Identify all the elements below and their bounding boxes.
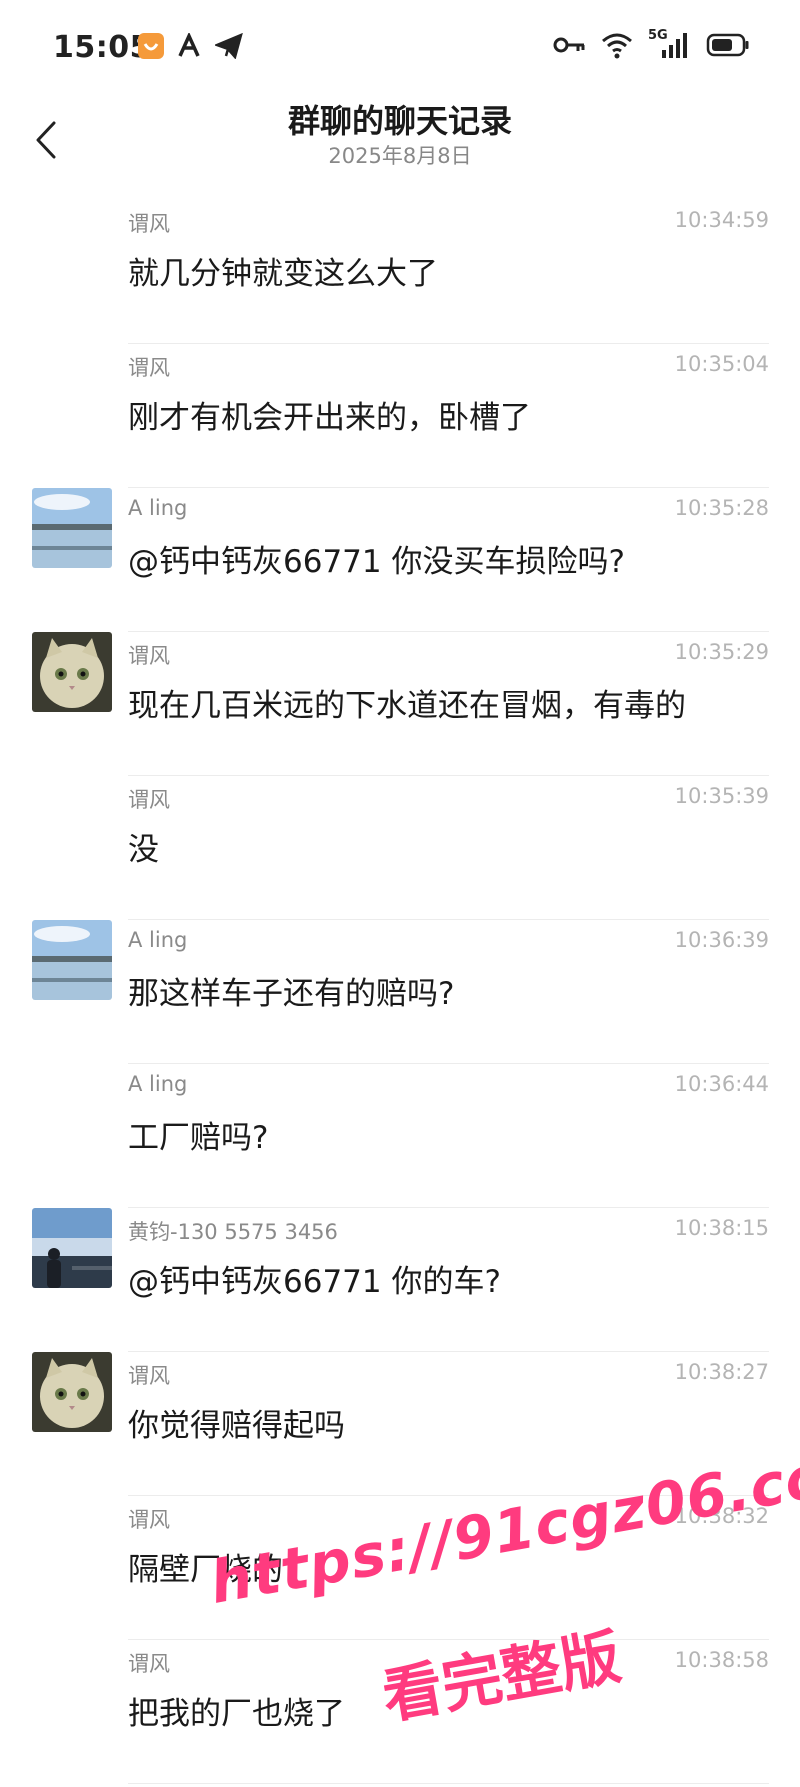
message-time: 10:38:32: [674, 1504, 769, 1528]
message-time: 10:34:59: [674, 208, 769, 232]
message-text: 没: [128, 832, 159, 868]
message-item[interactable]: 谓风 10:38:58 把我的厂也烧了: [0, 1640, 800, 1784]
message-sender: 黄钧-130 5575 3456: [128, 1220, 338, 1244]
message-item[interactable]: A ling 10:36:39 那这样车子还有的赔吗?: [0, 920, 800, 1064]
message-time: 10:38:58: [674, 1648, 769, 1672]
5g-signal-icon: 5G: [648, 28, 692, 60]
message-sender: 谓风: [128, 644, 170, 668]
avatar-cat[interactable]: [32, 632, 112, 712]
status-bar: 15:05 5G: [0, 0, 800, 96]
message-item[interactable]: 谓风 10:35:39 没: [0, 776, 800, 920]
message-text: 你觉得赔得起吗: [128, 1408, 345, 1444]
message-text: 现在几百米远的下水道还在冒烟，有毒的: [128, 688, 686, 724]
avatar-lake[interactable]: [32, 488, 112, 568]
message-time: 10:35:29: [674, 640, 769, 664]
message-sender: A ling: [128, 1072, 188, 1096]
a-app-icon: [177, 33, 203, 59]
message-text: 刚才有机会开出来的，卧槽了: [128, 400, 531, 436]
message-text: 就几分钟就变这么大了: [128, 256, 438, 292]
message-item[interactable]: 谓风 10:35:04 刚才有机会开出来的，卧槽了: [0, 344, 800, 488]
battery-icon: [706, 33, 750, 57]
key-icon: [552, 34, 586, 56]
message-text: @钙中钙灰66771 你的车?: [128, 1264, 501, 1300]
divider: [128, 1783, 769, 1784]
wifi-icon: [600, 31, 634, 59]
header: 群聊的聊天记录 2025年8月8日: [0, 96, 800, 186]
telegram-icon: [215, 33, 243, 59]
message-time: 10:38:15: [674, 1216, 769, 1240]
message-item[interactable]: 黄钧-130 5575 3456 10:38:15 @钙中钙灰66771 你的车…: [0, 1208, 800, 1352]
message-sender: 谓风: [128, 1508, 170, 1532]
page-date: 2025年8月8日: [328, 144, 472, 168]
message-sender: 谓风: [128, 1364, 170, 1388]
message-text: 工厂赔吗?: [128, 1120, 269, 1156]
message-item[interactable]: 谓风 10:34:59 就几分钟就变这么大了: [0, 200, 800, 344]
avatar-lake[interactable]: [32, 920, 112, 1000]
message-time: 10:35:28: [674, 496, 769, 520]
message-time: 10:36:39: [674, 928, 769, 952]
message-item[interactable]: 谓风 10:35:29 现在几百米远的下水道还在冒烟，有毒的: [0, 632, 800, 776]
message-time: 10:35:04: [674, 352, 769, 376]
message-item[interactable]: A ling 10:35:28 @钙中钙灰66771 你没买车损险吗?: [0, 488, 800, 632]
message-sender: A ling: [128, 928, 188, 952]
message-sender: 谓风: [128, 788, 170, 812]
page-title: 群聊的聊天记录: [287, 102, 512, 140]
message-text: 隔壁厂烧的: [128, 1552, 283, 1588]
message-item[interactable]: 谓风 10:38:32 隔壁厂烧的: [0, 1496, 800, 1640]
shield-app-icon: [137, 32, 165, 60]
message-time: 10:36:44: [674, 1072, 769, 1096]
avatar-cat[interactable]: [32, 1352, 112, 1432]
message-item[interactable]: A ling 10:36:44 工厂赔吗?: [0, 1064, 800, 1208]
avatar-person[interactable]: [32, 1208, 112, 1288]
message-item[interactable]: 谓风 10:38:27 你觉得赔得起吗: [0, 1352, 800, 1496]
message-time: 10:35:39: [674, 784, 769, 808]
message-sender: 谓风: [128, 356, 170, 380]
message-time: 10:38:27: [674, 1360, 769, 1384]
message-text: 把我的厂也烧了: [128, 1696, 345, 1732]
message-sender: 谓风: [128, 1652, 170, 1676]
message-sender: 谓风: [128, 212, 170, 236]
message-sender: A ling: [128, 496, 188, 520]
status-app-icons: [137, 32, 243, 60]
message-list[interactable]: 谓风 10:34:59 就几分钟就变这么大了 谓风 10:35:04 刚才有机会…: [0, 200, 800, 1784]
message-text: 那这样车子还有的赔吗?: [128, 976, 455, 1012]
status-right-icons: 5G: [552, 28, 750, 60]
message-text: @钙中钙灰66771 你没买车损险吗?: [128, 544, 625, 580]
